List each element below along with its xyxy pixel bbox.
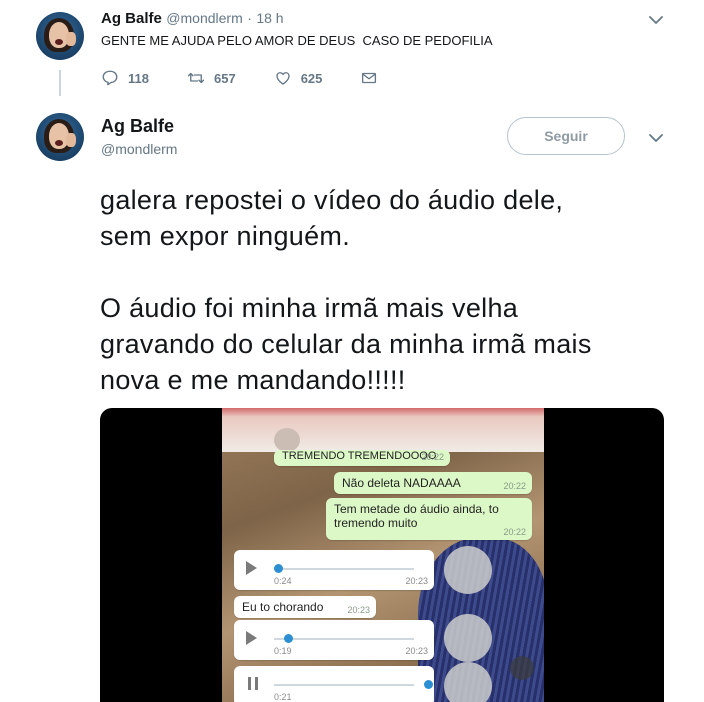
chat-bubble-text: Não deleta NADAAAA (342, 476, 461, 490)
main-author-name[interactable]: Ag Balfe (101, 116, 174, 137)
like-button[interactable]: 625 (274, 69, 323, 87)
chat-bubble-text: Eu to chorando (242, 600, 324, 614)
tweet-text: galera repostei o vídeo do áudio dele, s… (100, 182, 680, 398)
tweet-text-line: galera repostei o vídeo do áudio dele, (100, 185, 564, 215)
avatar-mouth (55, 140, 63, 146)
follow-button[interactable]: Seguir (507, 117, 625, 155)
chat-bubble-text: Tem metade do áudio ainda, to (334, 502, 499, 516)
chat-bubble-text: tremendo muito (334, 516, 418, 530)
audio-duration: 0:21 (274, 692, 292, 702)
chevron-down-icon[interactable] (646, 128, 666, 148)
like-count: 625 (300, 70, 323, 86)
chat-time: 20:22 (421, 452, 444, 462)
blurred-avatar (444, 546, 492, 594)
audio-duration: 0:19 (274, 646, 292, 656)
tweet-actions: 118 657 625 (101, 66, 425, 90)
chat-bubble: Tem metade do áudio ainda, to tremendo m… (326, 498, 532, 540)
retweet-button[interactable]: 657 (187, 69, 236, 87)
audio-message: 0:21 (234, 666, 434, 702)
chevron-down-icon[interactable] (646, 10, 666, 30)
chat-time: 20:23 (347, 605, 370, 615)
direct-message-button[interactable] (360, 69, 387, 87)
chat-bubble: Não deleta NADAAAA 20:22 (334, 472, 532, 494)
video-frame: TREMENDO TREMENDOOOO 20:22 Não deleta NA… (222, 408, 544, 702)
main-author-handle[interactable]: @mondlerm (101, 141, 177, 157)
pause-icon (248, 677, 258, 690)
blurred-avatar (444, 614, 492, 662)
avatar-mouth (55, 39, 63, 45)
audio-track (274, 568, 414, 570)
avatar[interactable] (36, 12, 84, 60)
chat-bubble: Eu to chorando 20:23 (234, 596, 376, 618)
envelope-icon (362, 72, 377, 84)
chat-time: 20:22 (503, 527, 526, 537)
avatar-hand (66, 32, 76, 46)
avatar[interactable] (36, 113, 84, 161)
thread-connector (59, 70, 61, 96)
video-player[interactable]: TREMENDO TREMENDOOOO 20:22 Não deleta NA… (100, 408, 664, 702)
chat-topbar (222, 408, 544, 452)
reply-count: 118 (128, 70, 149, 86)
audio-track (274, 638, 414, 640)
tweet-time[interactable]: 18 h (256, 10, 283, 26)
chat-time: 20:23 (405, 646, 428, 656)
retweet-icon (187, 72, 205, 84)
parent-tweet-text: GENTE ME AJUDA PELO AMOR DE DEUS CASO DE… (101, 33, 493, 48)
audio-progress-dot (284, 634, 293, 643)
audio-duration: 0:24 (274, 576, 292, 586)
blurred-contact-avatar (274, 428, 300, 452)
retweet-count: 657 (213, 70, 236, 86)
tweet-text-line: sem expor ninguém. (100, 221, 351, 251)
audio-message: 0:24 20:23 (234, 550, 434, 590)
reply-button[interactable]: 118 (101, 69, 149, 87)
play-icon (246, 631, 257, 645)
author-handle[interactable]: @mondlerm (166, 10, 242, 26)
tweet-text-line: gravando do celular da minha irmã mais (100, 329, 592, 359)
audio-message: 0:19 20:23 (234, 620, 434, 660)
avatar-hand (66, 133, 76, 147)
blurred-avatar (444, 662, 492, 702)
audio-progress-dot (274, 564, 283, 573)
reply-icon (102, 70, 118, 86)
chat-time: 20:22 (503, 481, 526, 491)
video-control-dot (510, 656, 534, 680)
audio-progress-dot (424, 680, 433, 689)
parent-tweet-header: Ag Balfe @mondlerm · 18 h (101, 10, 284, 28)
separator: · (247, 10, 252, 26)
chat-time: 20:23 (405, 576, 428, 586)
heart-icon (276, 72, 290, 85)
chat-bubble: TREMENDO TREMENDOOOO 20:22 (274, 450, 450, 466)
author-name[interactable]: Ag Balfe (101, 10, 162, 27)
tweet-text-line: nova e me mandando!!!!! (100, 365, 406, 395)
chat-bubble-text: TREMENDO TREMENDOOOO (282, 450, 437, 462)
tweet-text-line: O áudio foi minha irmã mais velha (100, 293, 519, 323)
play-icon (246, 561, 257, 575)
audio-track (274, 684, 414, 686)
